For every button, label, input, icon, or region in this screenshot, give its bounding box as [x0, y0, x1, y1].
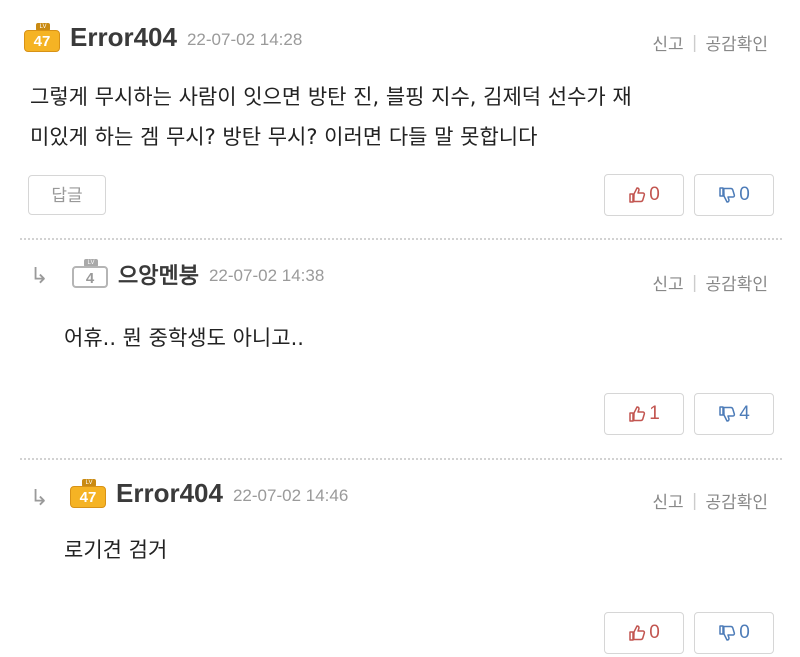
comment-actions: 신고 | 공감확인	[652, 30, 768, 56]
dislike-button[interactable]: 0	[694, 612, 774, 654]
timestamp: 22-07-02 14:38	[208, 266, 325, 285]
like-button[interactable]: 0	[604, 174, 684, 216]
like-count: 0	[649, 184, 660, 205]
reply-arrow-icon: ↳	[30, 486, 49, 511]
username[interactable]: Error404	[116, 478, 223, 509]
dislike-count: 0	[739, 184, 750, 205]
agree-check-link[interactable]: 공감확인	[705, 30, 768, 55]
report-link[interactable]: 신고	[652, 270, 683, 295]
comment-line: 어휴.. 뭔 중학생도 아니고..	[64, 326, 304, 350]
like-count: 0	[649, 622, 660, 643]
comment-line: 로기견 검거	[64, 538, 168, 562]
comment-actions: 신고 | 공감확인	[652, 270, 768, 296]
level-badge-number: 47	[24, 29, 60, 52]
thumbs-up-icon	[629, 625, 646, 641]
thumbs-down-icon	[719, 625, 736, 641]
timestamp: 22-07-02 14:46	[232, 485, 349, 505]
comment-divider	[20, 238, 782, 240]
agree-check-link[interactable]: 공감확인	[705, 270, 768, 295]
dislike-count: 0	[739, 622, 750, 643]
reply-button[interactable]: 답글	[28, 175, 106, 215]
comment-body: 로기견 검거	[64, 530, 167, 570]
level-badge: LV 4	[72, 259, 112, 289]
like-button[interactable]: 0	[604, 612, 684, 654]
thumbs-up-icon	[629, 187, 646, 203]
like-count: 1	[649, 403, 660, 424]
report-link[interactable]: 신고	[652, 30, 683, 55]
report-link[interactable]: 신고	[652, 488, 683, 513]
thumbs-down-icon	[719, 187, 736, 203]
separator: |	[691, 272, 698, 293]
like-button[interactable]: 1	[604, 393, 684, 435]
comment-line: 미있게 하는 겜 무시? 방탄 무시? 이러면 다들 말 못합니다	[30, 125, 538, 149]
thumbs-up-icon	[629, 406, 646, 422]
comment-line: 그렇게 무시하는 사람이 잇으면 방탄 진, 블핑 지수, 김제덕 선수가 재	[30, 85, 632, 109]
dislike-count: 4	[739, 403, 750, 424]
dislike-button[interactable]: 4	[694, 393, 774, 435]
level-badge: LV 47	[70, 478, 110, 509]
thumbs-down-icon	[719, 406, 736, 422]
level-badge: LV 47	[24, 22, 64, 53]
comment-header: LV 47 Error404 22-07-02 14:28	[24, 22, 302, 53]
username[interactable]: 으앙멘붕	[118, 258, 199, 290]
comment-body: 어휴.. 뭔 중학생도 아니고..	[64, 318, 304, 358]
comment-header: LV 47 Error404 22-07-02 14:46	[70, 478, 348, 509]
timestamp: 22-07-02 14:28	[186, 29, 303, 49]
agree-check-link[interactable]: 공감확인	[705, 488, 768, 513]
comment-divider	[20, 458, 782, 460]
separator: |	[691, 32, 698, 53]
username[interactable]: Error404	[70, 22, 177, 53]
separator: |	[691, 490, 698, 511]
reply-arrow-icon: ↳	[30, 264, 49, 289]
comment-actions: 신고 | 공감확인	[652, 488, 768, 514]
level-badge-number: 47	[70, 485, 106, 508]
comment-header: LV 4 으앙멘붕 22-07-02 14:38	[72, 258, 324, 290]
dislike-button[interactable]: 0	[694, 174, 774, 216]
comment-body: 그렇게 무시하는 사람이 잇으면 방탄 진, 블핑 지수, 김제덕 선수가 재 …	[30, 77, 632, 157]
level-badge-number: 4	[72, 266, 108, 288]
